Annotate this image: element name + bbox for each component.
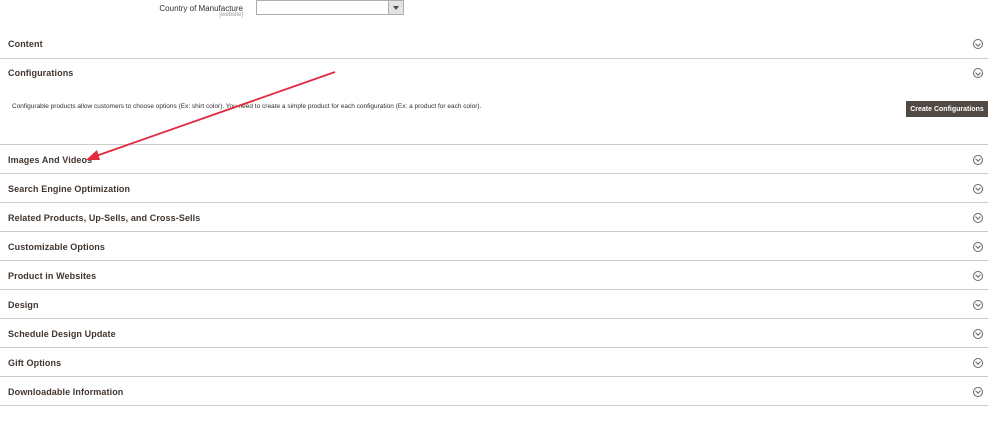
section-product-in-websites-header[interactable]: Product in Websites: [0, 261, 988, 290]
section-gift-options-header[interactable]: Gift Options: [0, 348, 988, 377]
section-design-title: Design: [8, 299, 39, 310]
section-gift-options-title: Gift Options: [8, 357, 62, 368]
section-configurations-title: Configurations: [8, 68, 74, 78]
chevron-circle-icon[interactable]: [973, 183, 983, 194]
section-gift-options[interactable]: Gift Options: [0, 348, 988, 377]
section-images-and-videos-header[interactable]: Images And Videos: [0, 145, 988, 174]
chevron-circle-icon[interactable]: [973, 357, 983, 368]
chevron-circle-icon[interactable]: [973, 68, 983, 78]
section-content-title: Content: [8, 39, 43, 49]
section-seo-title: Search Engine Optimization: [8, 183, 131, 194]
section-related-products-header[interactable]: Related Products, Up-Sells, and Cross-Se…: [0, 203, 988, 232]
chevron-circle-icon[interactable]: [973, 39, 983, 49]
section-product-in-websites[interactable]: Product in Websites: [0, 261, 988, 290]
section-customizable-options-title: Customizable Options: [8, 241, 106, 252]
section-downloadable-information-header[interactable]: Downloadable Information: [0, 377, 988, 406]
chevron-circle-icon[interactable]: [973, 299, 983, 310]
section-downloadable-information[interactable]: Downloadable Information: [0, 377, 988, 406]
country-of-manufacture-row: Country of Manufacture [website]: [0, 0, 1000, 24]
section-images-and-videos-title: Images And Videos: [8, 154, 93, 165]
chevron-circle-icon[interactable]: [973, 154, 983, 165]
section-customizable-options[interactable]: Customizable Options: [0, 232, 988, 261]
section-configurations: Configurations Configurable products all…: [0, 59, 988, 145]
section-product-in-websites-title: Product in Websites: [8, 270, 97, 281]
section-content[interactable]: Content: [0, 29, 988, 59]
chevron-circle-icon[interactable]: [973, 386, 983, 397]
scope-label: [website]: [219, 12, 243, 18]
create-configurations-button[interactable]: Create Configurations: [906, 101, 988, 117]
section-design-header[interactable]: Design: [0, 290, 988, 319]
chevron-circle-icon[interactable]: [973, 270, 983, 281]
chevron-circle-icon[interactable]: [973, 328, 983, 339]
section-content-header[interactable]: Content: [0, 29, 988, 59]
country-of-manufacture-select[interactable]: [256, 0, 404, 15]
caret-down-icon[interactable]: [388, 1, 403, 14]
section-images-and-videos[interactable]: Images And Videos: [0, 145, 988, 174]
section-downloadable-information-title: Downloadable Information: [8, 386, 124, 397]
section-configurations-header[interactable]: Configurations: [0, 59, 988, 87]
chevron-circle-icon[interactable]: [973, 212, 983, 223]
section-related-products-title: Related Products, Up-Sells, and Cross-Se…: [8, 212, 201, 223]
section-schedule-design-update[interactable]: Schedule Design Update: [0, 319, 988, 348]
section-design[interactable]: Design: [0, 290, 988, 319]
chevron-circle-icon[interactable]: [973, 241, 983, 252]
section-schedule-design-update-title: Schedule Design Update: [8, 328, 116, 339]
section-related-products[interactable]: Related Products, Up-Sells, and Cross-Se…: [0, 203, 988, 232]
configurations-description: Configurable products allow customers to…: [12, 103, 482, 110]
section-customizable-options-header[interactable]: Customizable Options: [0, 232, 988, 261]
section-seo-header[interactable]: Search Engine Optimization: [0, 174, 988, 203]
section-seo[interactable]: Search Engine Optimization: [0, 174, 988, 203]
section-schedule-design-update-header[interactable]: Schedule Design Update: [0, 319, 988, 348]
